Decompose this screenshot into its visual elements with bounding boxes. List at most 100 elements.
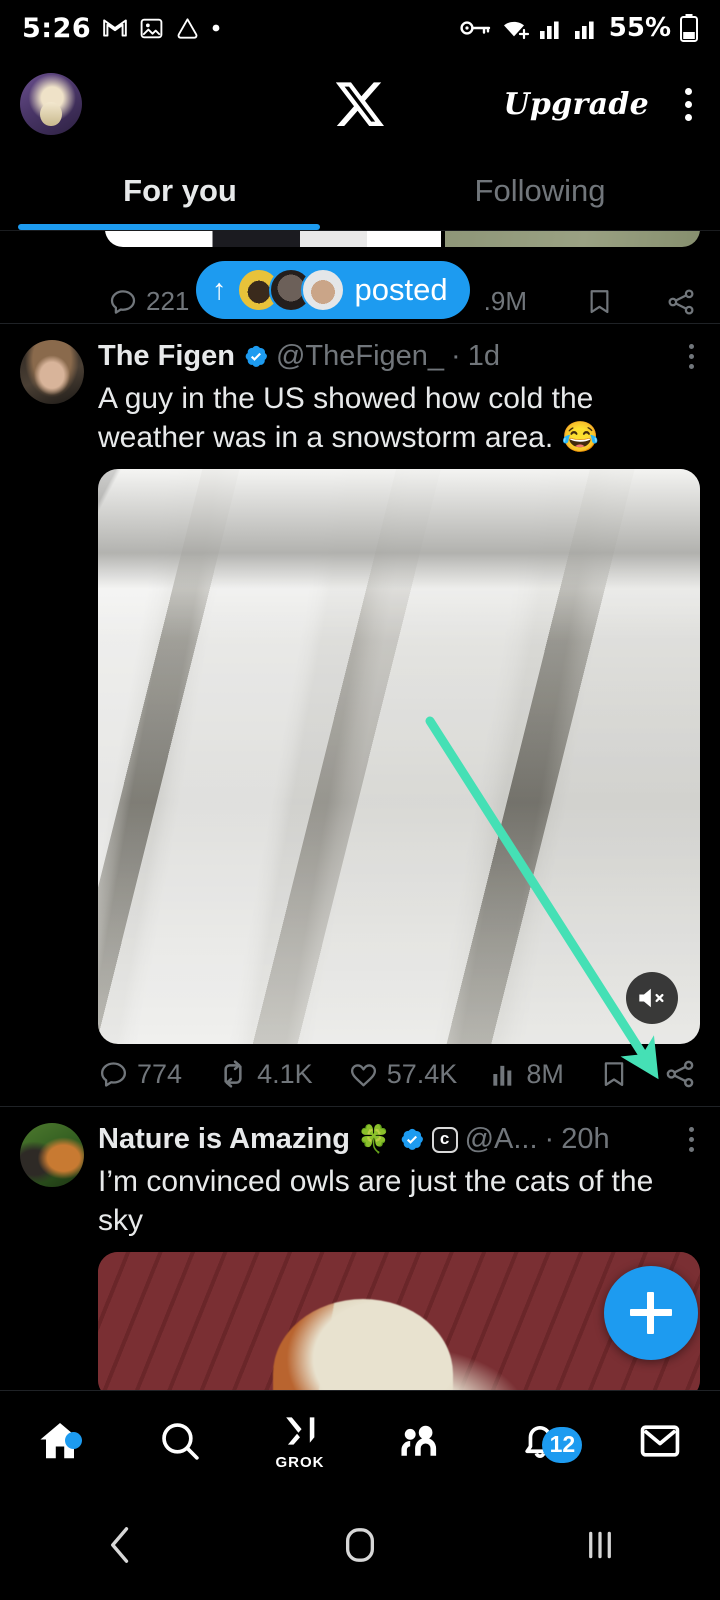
- clover-emoji-icon: 🍀: [356, 1123, 391, 1154]
- post-text: I’m convinced owls are just the cats of …: [98, 1165, 654, 1237]
- nav-home[interactable]: [0, 1418, 120, 1464]
- like-action[interactable]: 57.4K: [348, 1059, 457, 1090]
- feed-tabs: For you Following: [0, 152, 720, 230]
- bookmark-action[interactable]: [599, 1059, 629, 1089]
- home-unread-dot: [64, 1431, 82, 1449]
- signal-icon-2: [574, 16, 600, 40]
- mute-toggle-button[interactable]: [626, 972, 678, 1024]
- android-recents-button[interactable]: [480, 1525, 720, 1565]
- clipped-image-right: [445, 231, 700, 247]
- android-back-button[interactable]: [0, 1524, 240, 1566]
- verified-badge-icon: [398, 1126, 425, 1153]
- signal-icon: [539, 16, 565, 40]
- timeline-feed: 221 .9M ↑ posted The Figen @TheFigen_ · …: [0, 231, 720, 1400]
- envelope-icon: [638, 1421, 682, 1461]
- bottom-navigation: GROK 12: [0, 1390, 720, 1490]
- photos-icon: [139, 16, 164, 41]
- views-action[interactable]: 8M: [492, 1059, 564, 1090]
- drive-icon: [175, 16, 200, 41]
- battery-percent: 55%: [608, 13, 671, 43]
- view-count: 8M: [526, 1058, 564, 1089]
- author-name[interactable]: Nature is Amazing: [98, 1123, 350, 1156]
- author-name[interactable]: The Figen: [98, 340, 235, 373]
- plus-icon: [630, 1292, 672, 1334]
- nav-messages[interactable]: [600, 1421, 720, 1461]
- affiliate-badge[interactable]: c: [431, 1126, 458, 1153]
- clipped-post[interactable]: 221 .9M ↑ posted: [0, 231, 720, 323]
- battery-icon: [680, 14, 698, 42]
- pill-avatar-3: [300, 268, 345, 312]
- verified-badge-icon: [242, 343, 269, 370]
- posted-pill-label: posted: [354, 272, 448, 307]
- views-action[interactable]: .9M: [484, 286, 527, 317]
- avatar[interactable]: [20, 1123, 84, 1187]
- tab-active-indicator: [18, 224, 320, 230]
- bookmark-action[interactable]: [585, 287, 614, 316]
- home-squircle-icon: [341, 1524, 379, 1566]
- notification-dot-icon: [211, 23, 221, 33]
- grok-label: GROK: [275, 1454, 325, 1471]
- posted-pill[interactable]: ↑ posted: [196, 261, 470, 319]
- vpn-key-icon: [459, 18, 491, 38]
- share-icon: [666, 287, 696, 317]
- share-action[interactable]: [664, 1058, 696, 1090]
- nav-communities[interactable]: [360, 1420, 480, 1462]
- app-header: Upgrade: [0, 56, 720, 152]
- reply-action[interactable]: 221: [108, 286, 189, 317]
- bookmark-icon: [599, 1059, 629, 1089]
- phone-screen: 5:26 55% Upgrade For you Following 221 .…: [0, 0, 720, 1600]
- nav-search[interactable]: [120, 1419, 240, 1463]
- grok-icon: [279, 1410, 321, 1452]
- post-menu-icon[interactable]: [683, 340, 700, 373]
- posted-pill-avatars: [236, 268, 345, 312]
- back-chevron-icon: [103, 1524, 137, 1566]
- notifications-badge: 12: [542, 1426, 583, 1463]
- tab-for-you[interactable]: For you: [0, 152, 360, 230]
- repost-count: 4.1K: [257, 1058, 313, 1089]
- up-arrow-icon: ↑: [212, 273, 227, 306]
- post-timestamp: 1d: [467, 339, 500, 372]
- wifi-icon: [500, 16, 530, 40]
- android-home-button[interactable]: [240, 1524, 480, 1566]
- heart-icon: [348, 1059, 379, 1090]
- status-time: 5:26: [22, 12, 92, 44]
- reply-action[interactable]: 774: [98, 1059, 182, 1090]
- upgrade-button[interactable]: Upgrade: [503, 87, 649, 122]
- post-text: A guy in the US showed how cold the weat…: [98, 382, 599, 454]
- kebab-menu-icon[interactable]: [677, 84, 700, 125]
- post-nature-is-amazing[interactable]: Nature is Amazing 🍀 c @A... · 20h I’m co…: [0, 1106, 720, 1400]
- compose-post-button[interactable]: [604, 1266, 698, 1360]
- clipped-image-left: [105, 231, 442, 247]
- meta-separator: ·: [544, 1122, 555, 1155]
- author-handle[interactable]: @TheFigen_: [276, 340, 444, 373]
- author-handle[interactable]: @A...: [465, 1123, 538, 1156]
- profile-avatar[interactable]: [20, 73, 82, 135]
- reply-icon: [108, 287, 138, 317]
- recents-bars-icon: [583, 1525, 617, 1565]
- gmail-icon: [102, 15, 128, 41]
- share-icon: [664, 1058, 696, 1090]
- owl-subject: [272, 1299, 453, 1400]
- post-thefigen[interactable]: The Figen @TheFigen_ · 1d A guy in the U…: [0, 323, 720, 1106]
- meta-separator: ·: [451, 339, 461, 372]
- x-logo: [336, 80, 384, 128]
- tab-following[interactable]: Following: [360, 152, 720, 230]
- reply-icon: [98, 1059, 129, 1090]
- analytics-icon: [492, 1060, 518, 1088]
- post-header: The Figen @TheFigen_ · 1d: [98, 340, 700, 373]
- nav-grok[interactable]: GROK: [240, 1410, 360, 1471]
- status-bar: 5:26 55%: [0, 0, 720, 56]
- post-menu-icon[interactable]: [683, 1123, 700, 1156]
- android-navigation-bar: [0, 1490, 720, 1600]
- post-media-video[interactable]: [98, 469, 700, 1044]
- views-count: .9M: [483, 286, 527, 316]
- post-timestamp: 20h: [561, 1122, 610, 1155]
- clipped-post-media[interactable]: [105, 231, 700, 247]
- reply-count: 221: [146, 286, 190, 316]
- nav-notifications[interactable]: 12: [480, 1419, 600, 1463]
- share-action[interactable]: [666, 287, 696, 317]
- repost-icon: [217, 1058, 249, 1090]
- bookmark-icon: [585, 287, 614, 316]
- repost-action[interactable]: 4.1K: [217, 1058, 313, 1090]
- avatar[interactable]: [20, 340, 84, 404]
